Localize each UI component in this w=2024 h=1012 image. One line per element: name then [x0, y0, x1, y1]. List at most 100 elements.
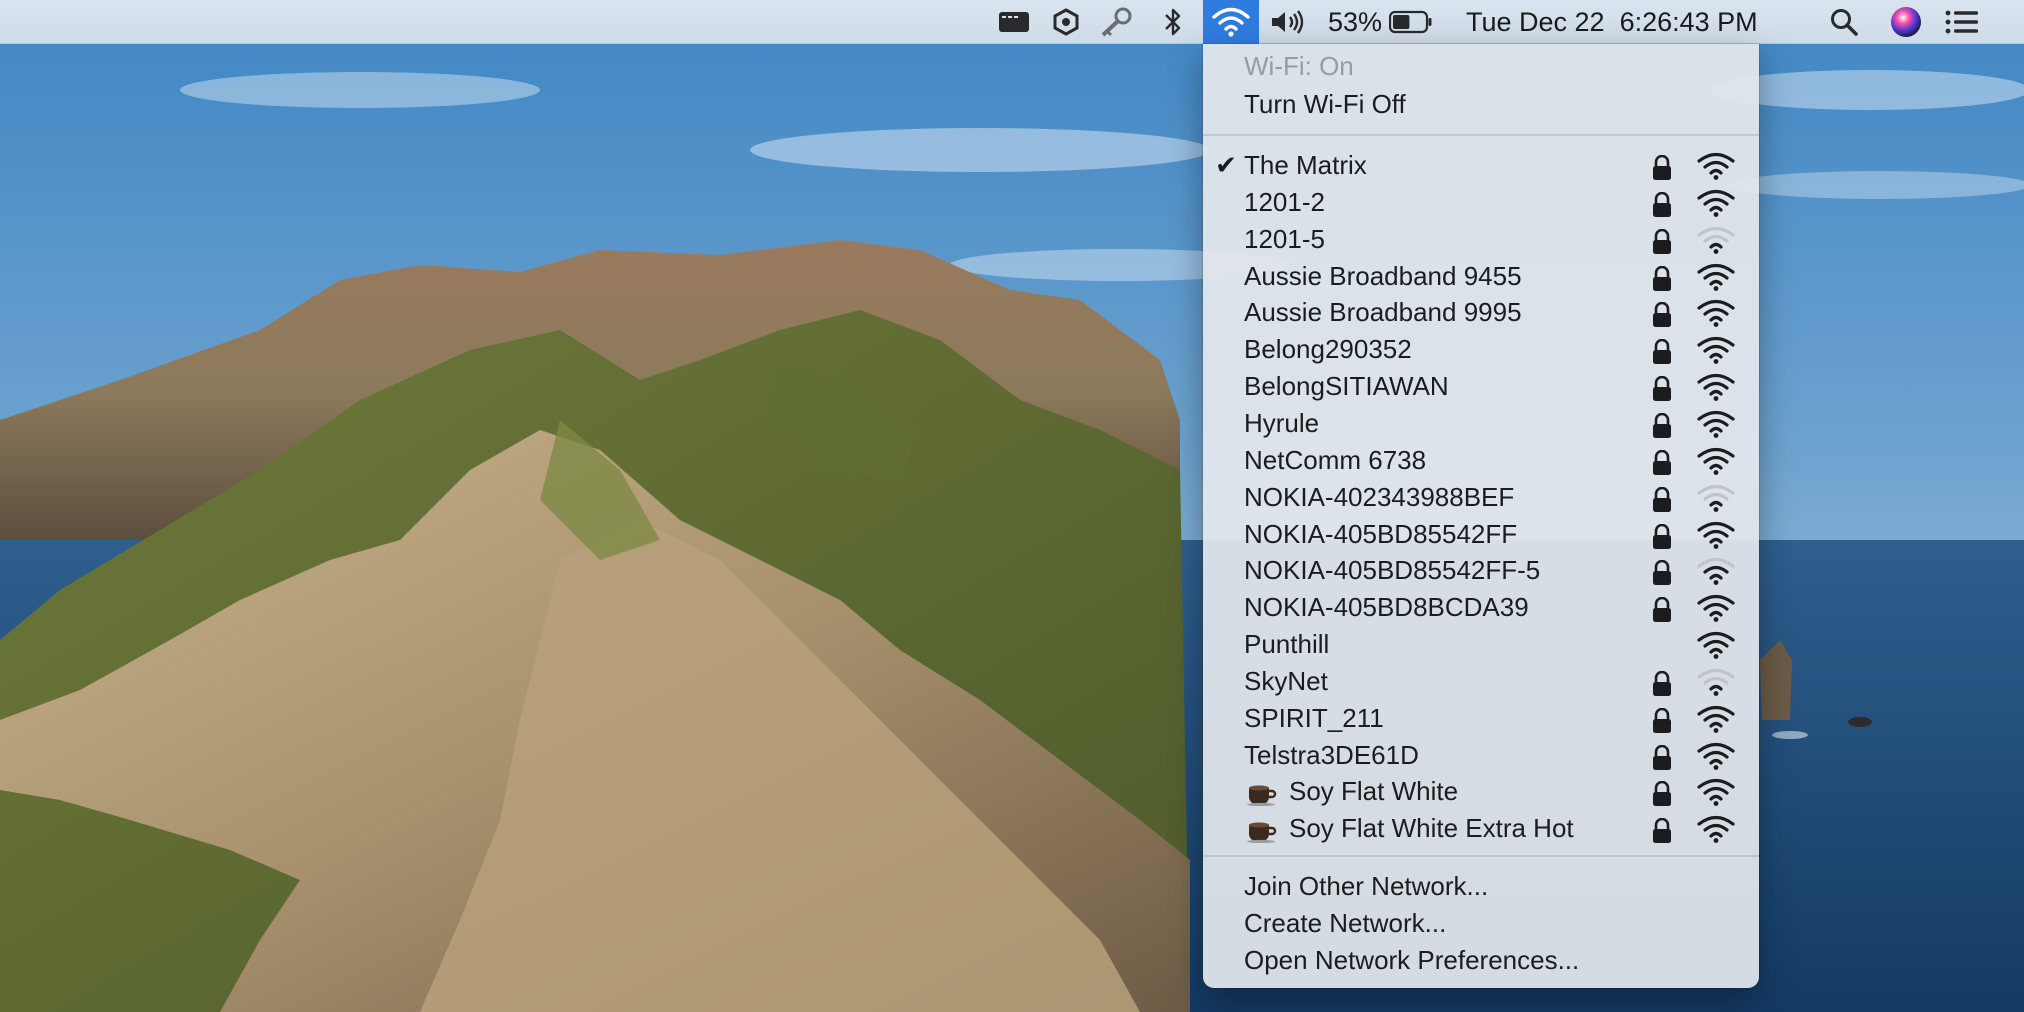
lock-icon — [1651, 338, 1673, 365]
network-item[interactable]: 1201-2 — [1203, 184, 1759, 221]
wifi-signal-icon — [1697, 299, 1735, 328]
network-item[interactable]: NOKIA-405BD85542FF — [1203, 516, 1759, 553]
network-name: SkyNet — [1244, 665, 1328, 696]
network-name: Punthill — [1244, 629, 1330, 660]
network-name: Aussie Broadband 9455 — [1244, 260, 1522, 291]
wifi-dropdown-menu: Wi-Fi: On Turn Wi-Fi Off Join Other Netw… — [1203, 44, 1759, 988]
wifi-menu-button[interactable] — [1203, 0, 1259, 44]
wifi-signal-icon — [1697, 557, 1735, 586]
network-name: SPIRIT_211 — [1244, 702, 1384, 733]
network-name: 1201-5 — [1244, 223, 1325, 254]
lock-icon — [1651, 523, 1673, 549]
join-other-network-item[interactable]: Join Other Network... — [1203, 868, 1759, 905]
network-name: Aussie Broadband 9995 — [1244, 297, 1522, 328]
network-item[interactable]: 1201-5 — [1203, 221, 1759, 258]
bluetooth-icon[interactable] — [1156, 0, 1190, 44]
wifi-signal-icon — [1697, 778, 1735, 807]
network-name: NOKIA-402343988BEF — [1244, 481, 1515, 512]
spotlight-search-icon[interactable] — [1826, 0, 1862, 44]
network-item[interactable]: SkyNet — [1203, 663, 1759, 700]
network-name: Belong290352 — [1244, 334, 1412, 365]
network-name: The Matrix — [1244, 150, 1367, 180]
coffee-cup-icon — [1245, 816, 1277, 844]
wifi-icon — [1212, 7, 1250, 37]
join-other-network-label: Join Other Network... — [1244, 871, 1489, 901]
wifi-signal-icon — [1697, 815, 1735, 844]
menu-bar: 53% Tue Dec 22 6:26:43 PM — [0, 0, 2024, 44]
lock-icon — [1651, 707, 1673, 733]
network-item[interactable]: BelongSITIAWAN — [1203, 368, 1759, 405]
network-item[interactable]: Aussie Broadband 9455 — [1203, 258, 1759, 295]
network-name: NOKIA-405BD8BCDA39 — [1244, 592, 1529, 623]
wifi-signal-icon — [1697, 521, 1735, 549]
wifi-signal-icon — [1697, 410, 1735, 438]
notification-center-icon[interactable] — [1942, 0, 1982, 44]
network-item[interactable]: NOKIA-405BD8BCDA39 — [1203, 589, 1759, 626]
wifi-signal-icon — [1697, 668, 1735, 696]
wifi-signal-icon — [1697, 263, 1735, 291]
battery-percent[interactable]: 53% — [1325, 0, 1385, 44]
coffee-cup-icon — [1245, 779, 1277, 807]
wifi-signal-icon — [1697, 189, 1735, 217]
wifi-status-item: Wi-Fi: On — [1203, 48, 1759, 85]
volume-icon[interactable] — [1268, 0, 1308, 44]
lock-icon — [1651, 154, 1673, 180]
network-item[interactable]: Belong290352 — [1203, 331, 1759, 368]
network-item[interactable]: Soy Flat White Extra Hot — [1203, 810, 1759, 847]
network-item[interactable]: Soy Flat White — [1203, 773, 1759, 810]
clock[interactable]: Tue Dec 22 6:26:43 PM — [1466, 0, 1802, 44]
network-item[interactable]: ✔ The Matrix — [1203, 147, 1759, 184]
network-name: Hyrule — [1244, 407, 1320, 438]
network-item[interactable]: Telstra3DE61D — [1203, 737, 1759, 774]
wifi-status-label: Wi-Fi: On — [1244, 51, 1354, 81]
open-network-preferences-label: Open Network Preferences... — [1244, 945, 1580, 975]
network-name: BelongSITIAWAN — [1244, 371, 1449, 402]
network-name: Telstra3DE61D — [1244, 739, 1419, 770]
create-network-item[interactable]: Create Network... — [1203, 905, 1759, 942]
turn-wifi-off-item[interactable]: Turn Wi-Fi Off — [1203, 86, 1759, 123]
lock-icon — [1651, 780, 1673, 807]
battery-level-fill — [1393, 15, 1410, 29]
lock-icon — [1651, 301, 1673, 328]
lock-icon — [1651, 375, 1673, 402]
open-network-preferences-item[interactable]: Open Network Preferences... — [1203, 942, 1759, 979]
wifi-signal-icon — [1697, 152, 1735, 180]
wifi-signal-icon — [1697, 705, 1735, 733]
network-item[interactable]: NOKIA-402343988BEF — [1203, 479, 1759, 516]
wifi-signal-icon — [1697, 373, 1735, 401]
lock-icon — [1651, 486, 1673, 512]
lock-icon — [1651, 265, 1673, 291]
siri-icon[interactable] — [1888, 0, 1924, 44]
app-status-icon[interactable] — [1049, 0, 1083, 44]
wifi-signal-icon — [1697, 742, 1735, 770]
network-name: Soy Flat White Extra Hot — [1289, 813, 1574, 844]
network-item[interactable]: Aussie Broadband 9995 — [1203, 294, 1759, 331]
network-name: NOKIA-405BD85542FF — [1244, 518, 1518, 549]
network-item[interactable]: SPIRIT_211 — [1203, 700, 1759, 737]
lock-icon — [1651, 817, 1673, 844]
network-item[interactable]: NetComm 6738 — [1203, 442, 1759, 479]
lock-icon — [1651, 559, 1673, 586]
wifi-signal-icon — [1697, 631, 1735, 659]
wifi-signal-icon — [1697, 484, 1735, 512]
lock-icon — [1651, 596, 1673, 623]
lock-icon — [1651, 191, 1673, 217]
wifi-signal-icon — [1697, 336, 1735, 365]
network-item[interactable]: NOKIA-405BD85542FF-5 — [1203, 552, 1759, 589]
network-name: Soy Flat White — [1289, 776, 1459, 807]
wifi-signal-icon — [1697, 447, 1735, 475]
window-icon[interactable] — [996, 0, 1032, 44]
wifi-signal-icon — [1697, 594, 1735, 623]
network-item[interactable]: Hyrule — [1203, 405, 1759, 442]
network-item[interactable]: Punthill — [1203, 626, 1759, 663]
battery-icon[interactable] — [1388, 0, 1434, 44]
battery-percent-label: 53% — [1327, 6, 1383, 37]
key-icon[interactable] — [1096, 0, 1136, 44]
menu-separator — [1203, 855, 1759, 857]
checkmark-icon: ✔ — [1215, 150, 1237, 180]
network-name: NetComm 6738 — [1244, 444, 1427, 475]
menu-separator — [1203, 134, 1759, 136]
lock-icon — [1651, 412, 1673, 438]
turn-wifi-off-label: Turn Wi-Fi Off — [1244, 89, 1406, 119]
network-name: 1201-2 — [1244, 186, 1325, 217]
